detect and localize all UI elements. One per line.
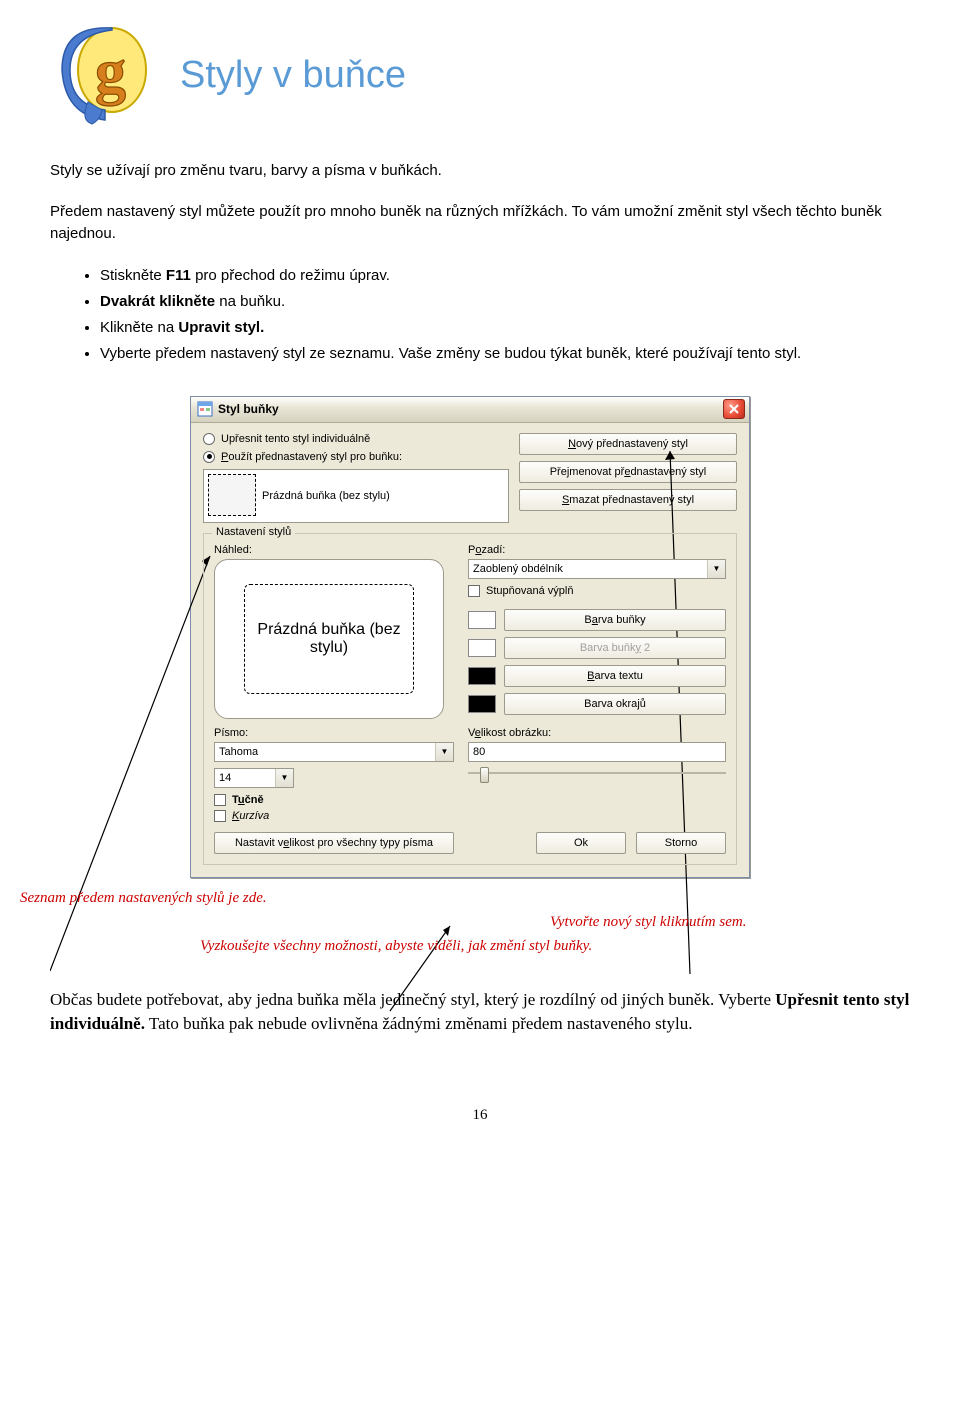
dialog-titlebar: Styl buňky: [191, 397, 749, 423]
rename-preset-button[interactable]: Přejmenovat přednastavený styl: [519, 461, 737, 483]
cell-style-dialog: Styl buňky Upřesnit tento styl individuá…: [190, 396, 750, 878]
svg-text:g: g: [95, 38, 126, 106]
close-icon: [729, 404, 739, 414]
border-color-button[interactable]: Barva okrajů: [504, 693, 726, 715]
caption-left: Seznam předem nastavených stylů je zde.: [20, 890, 267, 907]
final-paragraph: Občas budete potřebovat, aby jedna buňka…: [50, 988, 910, 1037]
cancel-button[interactable]: Storno: [636, 832, 726, 854]
background-combo[interactable]: Zaoblený obdélník ▼: [468, 559, 726, 579]
dialog-icon: [197, 401, 213, 417]
chevron-down-icon: ▼: [435, 743, 453, 761]
preview-label: Náhled:: [214, 544, 454, 556]
imagesize-slider[interactable]: [468, 766, 726, 780]
style-name-label: Prázdná buňka (bez stylu): [262, 490, 390, 502]
cell-color-button[interactable]: Barva buňky: [504, 609, 726, 631]
chevron-down-icon: ▼: [275, 769, 293, 787]
preview-text: Prázdná buňka (bez stylu): [244, 584, 414, 694]
imagesize-label: Velikost obrázku:: [468, 727, 726, 739]
list-item: Vyberte předem nastavený styl ze seznamu…: [100, 342, 910, 366]
dialog-title: Styl buňky: [218, 402, 279, 416]
font-combo[interactable]: Tahoma ▼: [214, 742, 454, 762]
preset-style-list[interactable]: Prázdná buňka (bez stylu): [203, 469, 509, 523]
intro-para-2: Předem nastavený styl můžete použít pro …: [50, 201, 910, 246]
checkbox-icon: [214, 810, 226, 822]
cell-color-swatch: [468, 611, 496, 629]
gradient-checkbox[interactable]: Stupňovaná výplň: [468, 585, 726, 597]
page-title: Styly v buňce: [180, 54, 406, 97]
radio-icon: [203, 433, 215, 445]
radio-preset[interactable]: Použít přednastavený styl pro buňku:: [203, 451, 509, 463]
fieldset-legend: Nastavení stylů: [212, 526, 295, 538]
text-color-swatch: [468, 667, 496, 685]
cell-color2-swatch: [468, 639, 496, 657]
fontsize-combo[interactable]: 14 ▼: [214, 768, 294, 788]
ok-button[interactable]: Ok: [536, 832, 626, 854]
page-number: 16: [50, 1107, 910, 1124]
radio-individual[interactable]: Upřesnit tento styl individuálně: [203, 433, 509, 445]
background-label: Pozadí:: [468, 544, 726, 556]
caption-right: Vytvořte nový styl kliknutím sem.: [550, 914, 746, 931]
list-item: Stiskněte F11 pro přechod do režimu úpra…: [100, 264, 910, 288]
border-color-swatch: [468, 695, 496, 713]
bold-checkbox[interactable]: Tučně: [214, 794, 454, 806]
imagesize-input[interactable]: 80: [468, 742, 726, 762]
text-color-button[interactable]: Barva textu: [504, 665, 726, 687]
style-preview: Prázdná buňka (bez stylu): [214, 559, 444, 719]
new-preset-button[interactable]: Nový přednastavený styl: [519, 433, 737, 455]
close-button[interactable]: [723, 399, 745, 419]
list-item: Dvakrát klikněte na buňku.: [100, 290, 910, 314]
italic-checkbox[interactable]: Kurzíva: [214, 810, 454, 822]
set-all-size-button[interactable]: Nastavit velikost pro všechny typy písma: [214, 832, 454, 854]
intro-para-1: Styly se užívají pro změnu tvaru, barvy …: [50, 160, 910, 183]
style-settings-group: Nastavení stylů Náhled: Prázdná buňka (b…: [203, 533, 737, 865]
list-item: Klikněte na Upravit styl.: [100, 316, 910, 340]
chevron-down-icon: ▼: [707, 560, 725, 578]
cell-color2-button: Barva buňky 2: [504, 637, 726, 659]
instruction-list: Stiskněte F11 pro přechod do režimu úpra…: [100, 264, 910, 366]
font-label: Písmo:: [214, 727, 454, 739]
delete-preset-button[interactable]: Smazat přednastavený styl: [519, 489, 737, 511]
checkbox-icon: [468, 585, 480, 597]
logo-icon: g: [50, 20, 150, 130]
caption-mid: Vyzkoušejte všechny možnosti, abyste vid…: [200, 938, 592, 955]
style-thumbnail[interactable]: [208, 474, 256, 516]
radio-checked-icon: [203, 451, 215, 463]
checkbox-icon: [214, 794, 226, 806]
